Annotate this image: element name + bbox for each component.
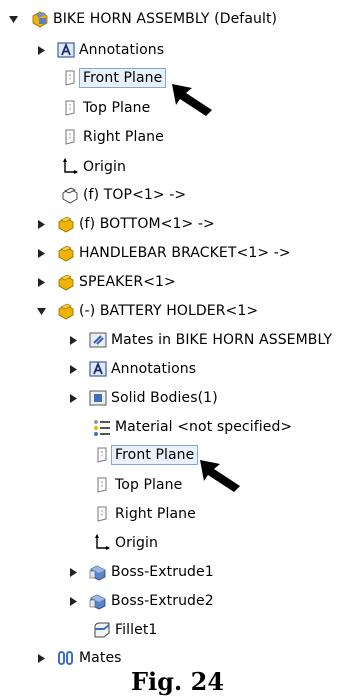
part-icon <box>56 214 76 234</box>
tree-item-label: (f) TOP<1> -> <box>83 187 187 203</box>
tree-item-label: Top Plane <box>83 100 151 116</box>
expand-down-icon[interactable] <box>8 14 18 24</box>
expand-right-icon[interactable] <box>36 277 46 287</box>
tree-item-speaker[interactable]: SPEAKER<1> <box>36 269 176 295</box>
tree-item-origin-2[interactable]: Origin <box>92 530 158 556</box>
tree-item-material[interactable]: Material <not specified> <box>92 414 292 440</box>
mates-icon <box>56 648 76 668</box>
tree-item-right-plane-2[interactable]: Right Plane <box>92 501 196 527</box>
tree-item-right-plane[interactable]: Right Plane <box>60 124 164 150</box>
tree-item-top-plane[interactable]: Top Plane <box>60 95 150 121</box>
part-icon <box>56 243 76 263</box>
tree-item-solid-bodies[interactable]: Solid Bodies(1) <box>68 385 218 411</box>
expand-right-icon[interactable] <box>68 596 78 606</box>
tree-item-annotations-2[interactable]: Annotations <box>68 356 196 382</box>
part-icon <box>56 301 76 321</box>
tree-item-label: (f) BOTTOM<1> -> <box>79 216 215 232</box>
tree-item-label: Boss-Extrude2 <box>111 593 214 609</box>
expand-down-icon[interactable] <box>36 306 46 316</box>
tree-item-label: Front Plane <box>79 68 167 88</box>
tree-item-annotations[interactable]: Annotations <box>36 37 164 63</box>
solid-bodies-icon <box>88 388 108 408</box>
part-icon <box>56 272 76 292</box>
pointer-arrow-icon <box>200 460 240 492</box>
expand-right-icon[interactable] <box>36 248 46 258</box>
tree-item-mates-in-assembly[interactable]: Mates in BIKE HORN ASSEMBLY <box>68 327 332 353</box>
tree-item-label: Origin <box>115 535 158 551</box>
extrude-icon <box>88 562 108 582</box>
tree-item-label: Right Plane <box>115 506 196 522</box>
tree-item-label: Mates <box>79 650 122 666</box>
plane-icon <box>92 445 112 465</box>
tree-item-front-plane-2[interactable]: Front Plane <box>92 442 199 468</box>
plane-icon <box>60 127 80 147</box>
tree-item-boss-extrude1[interactable]: Boss-Extrude1 <box>68 559 214 585</box>
mates-in-icon <box>88 330 108 350</box>
tree-item-label: Annotations <box>111 361 197 377</box>
tree-item-boss-extrude2[interactable]: Boss-Extrude2 <box>68 588 214 614</box>
expand-right-icon[interactable] <box>68 567 78 577</box>
annotations-icon <box>88 359 108 379</box>
tree-item-label: Solid Bodies(1) <box>111 390 218 406</box>
plane-icon <box>92 475 112 495</box>
part-outline-icon <box>60 185 80 205</box>
tree-item-handlebar-bracket[interactable]: HANDLEBAR BRACKET<1> -> <box>36 240 291 266</box>
figure-caption: Fig. 24 <box>130 667 225 696</box>
expand-right-icon[interactable] <box>36 45 46 55</box>
assembly-icon <box>30 9 50 29</box>
fillet-icon <box>92 620 112 640</box>
tree-item-label: Origin <box>83 159 126 175</box>
tree-item-label: Top Plane <box>115 477 183 493</box>
tree-item-fillet1[interactable]: Fillet1 <box>92 617 157 643</box>
expand-right-icon[interactable] <box>68 364 78 374</box>
tree-item-label: HANDLEBAR BRACKET<1> -> <box>79 245 291 261</box>
tree-item-front-plane[interactable]: Front Plane <box>60 65 167 91</box>
expand-right-icon[interactable] <box>36 219 46 229</box>
tree-item-label: SPEAKER<1> <box>79 274 176 290</box>
tree-root[interactable]: BIKE HORN ASSEMBLY (Default) <box>8 6 277 32</box>
tree-item-label: Right Plane <box>83 129 164 145</box>
expand-right-icon[interactable] <box>68 335 78 345</box>
tree-item-label: Mates in BIKE HORN ASSEMBLY <box>111 332 333 348</box>
tree-item-top-plane-2[interactable]: Top Plane <box>92 472 182 498</box>
plane-icon <box>92 504 112 524</box>
tree-item-top-part[interactable]: (f) TOP<1> -> <box>60 182 186 208</box>
tree-item-bottom-part[interactable]: (f) BOTTOM<1> -> <box>36 211 215 237</box>
tree-root-label: BIKE HORN ASSEMBLY (Default) <box>53 11 278 27</box>
expand-right-icon[interactable] <box>68 393 78 403</box>
tree-item-origin[interactable]: Origin <box>60 154 126 180</box>
tree-item-label: Front Plane <box>111 445 199 465</box>
extrude-icon <box>88 591 108 611</box>
plane-icon <box>60 68 80 88</box>
origin-icon <box>92 533 112 553</box>
expand-right-icon[interactable] <box>36 653 46 663</box>
tree-item-label: Material <not specified> <box>115 419 293 435</box>
tree-item-label: Boss-Extrude1 <box>111 564 214 580</box>
tree-item-label: Annotations <box>79 42 165 58</box>
annotations-icon <box>56 40 76 60</box>
tree-item-label: Fillet1 <box>115 622 158 638</box>
plane-icon <box>60 98 80 118</box>
pointer-arrow-icon <box>172 84 212 116</box>
material-icon <box>92 417 112 437</box>
tree-item-battery-holder[interactable]: (-) BATTERY HOLDER<1> <box>36 298 258 324</box>
tree-item-label: (-) BATTERY HOLDER<1> <box>79 303 259 319</box>
origin-icon <box>60 157 80 177</box>
